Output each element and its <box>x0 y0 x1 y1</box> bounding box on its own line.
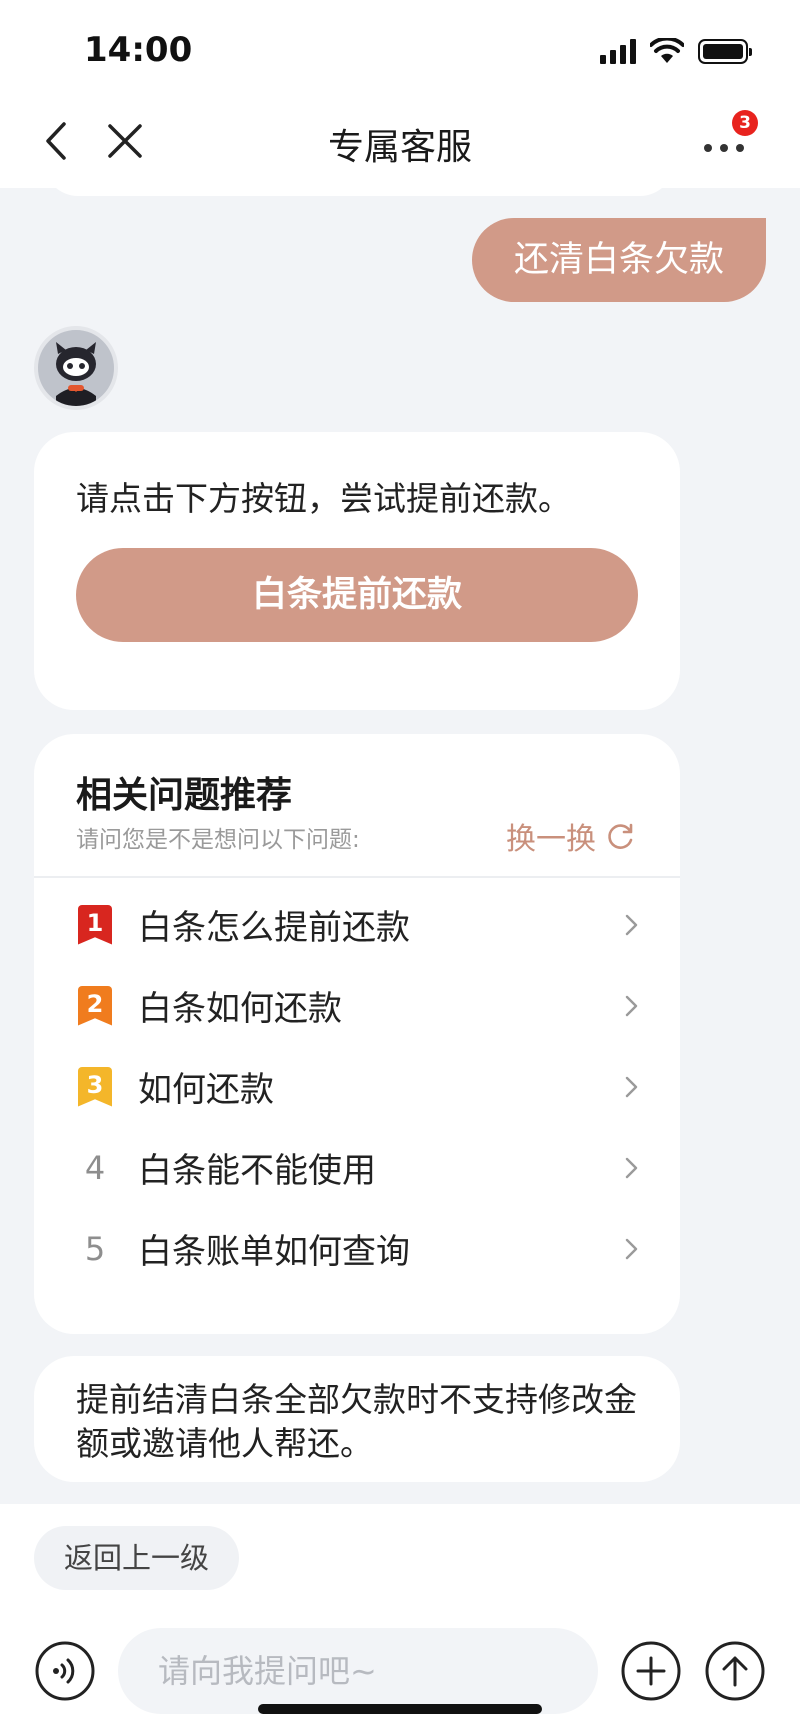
chevron-right-icon <box>625 914 638 935</box>
notice-card: 提前结清白条全部欠款时不支持修改金额或邀请他人帮还。 <box>34 1356 680 1482</box>
status-time: 14:00 <box>84 30 193 70</box>
question-item[interactable]: 2 白条如何还款 <box>34 965 680 1046</box>
question-item[interactable]: 3 如何还款 <box>34 1046 680 1127</box>
previous-message-card <box>44 188 674 196</box>
question-list: 1 白条怎么提前还款 2 白条如何还款 3 如何还款 4 白条能不能使用 5 白… <box>34 884 680 1289</box>
wifi-icon <box>650 38 684 63</box>
chevron-right-icon <box>625 1238 638 1259</box>
user-message-bubble: 还清白条欠款 <box>471 218 766 302</box>
voice-input-icon[interactable] <box>34 1640 96 1702</box>
chevron-right-icon <box>625 1157 638 1178</box>
status-bar: 14:00 <box>0 0 800 96</box>
chevron-right-icon <box>625 1076 638 1097</box>
refresh-label: 换一换 <box>506 822 596 857</box>
divider <box>34 876 680 878</box>
status-icons <box>600 38 752 64</box>
recommend-subtitle: 请问您是不是想问以下问题: <box>76 827 360 853</box>
back-to-previous-button[interactable]: 返回上一级 <box>34 1526 240 1590</box>
rank-badge-2: 2 <box>76 985 114 1027</box>
bot-reply-text: 请点击下方按钮，尝试提前还款。 <box>76 479 571 518</box>
page-title: 专属客服 <box>327 127 472 168</box>
question-text: 白条能不能使用 <box>138 1151 376 1191</box>
cellular-signal-icon <box>600 38 636 64</box>
send-arrow-up-icon[interactable] <box>704 1640 766 1702</box>
bottom-panel: 返回上一级 <box>0 1504 800 1731</box>
rank-badge-1: 1 <box>76 904 114 946</box>
notification-badge: 3 <box>732 110 758 136</box>
question-text: 白条如何还款 <box>138 989 342 1029</box>
refresh-button[interactable]: 换一换 <box>506 814 636 858</box>
rank-badge-3: 3 <box>76 1066 114 1108</box>
rank-number-5: 5 <box>84 1229 106 1268</box>
bot-avatar <box>34 326 118 410</box>
question-item[interactable]: 5 白条账单如何查询 <box>34 1208 680 1289</box>
battery-icon <box>698 38 752 64</box>
chevron-right-icon <box>625 995 638 1016</box>
question-item[interactable]: 4 白条能不能使用 <box>34 1127 680 1208</box>
refresh-icon <box>608 823 633 849</box>
question-text: 白条怎么提前还款 <box>138 908 410 948</box>
bot-reply-card: 请点击下方按钮，尝试提前还款。 白条提前还款 <box>34 432 680 710</box>
nav-bar: 专属客服 3 <box>0 96 800 188</box>
robot-avatar-icon <box>38 330 114 406</box>
rank-number-4: 4 <box>84 1148 106 1187</box>
early-repayment-button[interactable]: 白条提前还款 <box>76 548 638 642</box>
question-text: 白条账单如何查询 <box>138 1232 410 1272</box>
question-text: 如何还款 <box>138 1070 274 1110</box>
notice-text: 提前结清白条全部欠款时不支持修改金额或邀请他人帮还。 <box>76 1380 637 1463</box>
chat-input[interactable] <box>118 1628 598 1714</box>
chat-area[interactable]: 还清白条欠款 请点击下方按钮，尝试提前还款。 白条提前还款 相关问题推荐 请问您… <box>0 188 800 1504</box>
home-indicator <box>258 1704 542 1714</box>
question-item[interactable]: 1 白条怎么提前还款 <box>34 884 680 965</box>
recommend-card: 相关问题推荐 请问您是不是想问以下问题: 换一换 1 白条怎么提前还款 2 白条… <box>34 734 680 1334</box>
recommend-title: 相关问题推荐 <box>76 775 293 816</box>
plus-icon[interactable] <box>620 1640 682 1702</box>
